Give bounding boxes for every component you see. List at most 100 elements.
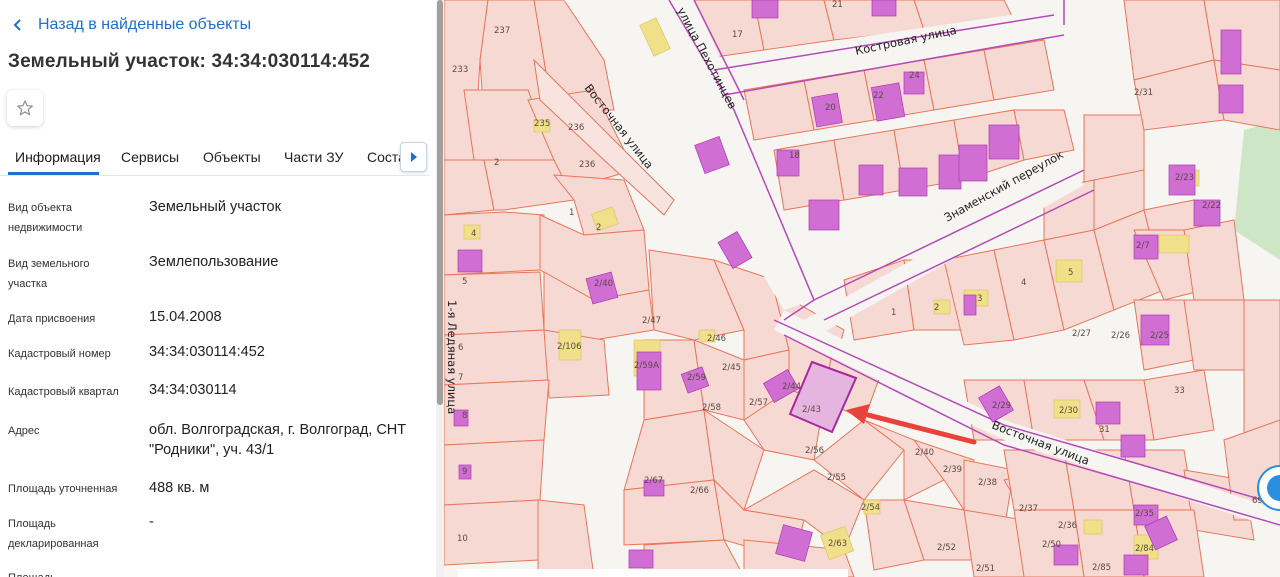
parcel-label: 2/22 <box>1202 201 1221 211</box>
parcel-label: 2/40 <box>915 448 934 458</box>
parcel-label: 22 <box>873 91 884 101</box>
favorite-button[interactable] <box>7 90 43 126</box>
parcel-label: 2/51 <box>976 564 995 574</box>
parcel-label: 2/50 <box>1042 540 1061 550</box>
parcel-label: 2/23 <box>1175 173 1194 183</box>
active-tab-indicator <box>8 172 99 175</box>
parcel-label: 2 <box>494 158 499 168</box>
property-label-assignment-date: Дата присвоения <box>8 313 96 325</box>
street-label-vertical-left: 1-я Ледяная улица <box>445 300 459 414</box>
map-scale-bar <box>458 569 848 577</box>
page-title: Земельный участок: 34:34:030114:452 <box>8 51 371 72</box>
parcel-label: 8 <box>462 411 467 421</box>
parcel-label: 24 <box>909 71 920 81</box>
property-label-address: Адрес <box>8 425 40 437</box>
parcel-label: 2/25 <box>1150 331 1169 341</box>
parcel-label: 2/40 <box>594 279 613 289</box>
chevron-left-icon <box>13 19 21 31</box>
parcel-label: 2/52 <box>937 543 956 553</box>
property-value-address: обл. Волгоградская, г. Волгоград, СНТ "Р… <box>149 422 407 458</box>
property-label-land-type: Вид земельного участка <box>8 258 90 290</box>
parcel-label: 2/36 <box>1058 521 1077 531</box>
back-link-label: Назад в найденные объекты <box>38 16 252 33</box>
property-label-area-declared: Площадь декларированная <box>8 518 99 550</box>
property-label-area: Площадь <box>8 568 128 577</box>
property-label-cadastral-quarter: Кадастровый квартал <box>8 386 119 398</box>
parcel-label: 2/57 <box>749 398 768 408</box>
parcel-label: 33 <box>1174 386 1185 396</box>
parcel-label: 2/84 <box>1135 544 1154 554</box>
property-label-object-type: Вид объекта недвижимости <box>8 202 83 234</box>
parcel-label: 2/43 <box>802 405 821 415</box>
map-canvas[interactable]: улица Пехотинцев Костровая улица Восточн… <box>444 0 1280 577</box>
tab-information[interactable]: Информация <box>15 149 101 165</box>
panel-scrollbar[interactable] <box>436 0 444 577</box>
parcel-label: 2/66 <box>690 486 709 496</box>
parcel-label: 2/38 <box>978 478 997 488</box>
parcel-label: 18 <box>789 151 800 161</box>
parcel-label: 235 <box>534 119 550 129</box>
tab-bar: Информация Сервисы Объекты Части ЗУ Сост… <box>0 140 430 176</box>
tab-objects[interactable]: Объекты <box>203 149 261 165</box>
parcel-label: 2 <box>596 223 601 233</box>
parcel-label: 2/31 <box>1134 88 1153 98</box>
parcel-label: 2/63 <box>828 539 847 549</box>
property-value-cadastral-quarter: 34:34:030114 <box>149 382 237 398</box>
parcel-label: 236 <box>579 160 595 170</box>
parcel-label: 2/54 <box>861 503 880 513</box>
parcel-label: 9 <box>462 467 467 477</box>
parcel-label: 2/35 <box>1135 509 1154 519</box>
parcel-label: 7 <box>458 373 463 383</box>
parcel-label: 2/44 <box>782 382 801 392</box>
parcel-label: 2/37 <box>1019 504 1038 514</box>
property-value-cadastral-number: 34:34:030114:452 <box>149 344 265 360</box>
property-value-land-type: Землепользование <box>149 254 279 270</box>
parcel-label: 233 <box>452 65 468 75</box>
tabs-scroll-right-button[interactable] <box>400 142 427 172</box>
parcel-label: 2/55 <box>827 473 846 483</box>
tab-parts[interactable]: Части ЗУ <box>284 149 343 165</box>
parcel-label: 2/56 <box>805 446 824 456</box>
parcel-label: 10 <box>457 534 468 544</box>
parcel-label: 20 <box>825 103 836 113</box>
parcel-label: 6 <box>458 343 463 353</box>
parcel-label: 5 <box>1068 268 1073 278</box>
cadastral-map[interactable]: улица Пехотинцев Костровая улица Восточн… <box>444 0 1280 577</box>
parcel-label: 2/59 <box>687 373 706 383</box>
parcel-label: 2/39 <box>943 465 962 475</box>
parcel-label: 2/106 <box>557 342 582 352</box>
parcel-label: 237 <box>494 26 510 36</box>
property-label-area-specified: Площадь уточненная <box>8 483 118 495</box>
caret-right-icon <box>410 152 417 162</box>
parcel-label: 2/59А <box>634 361 659 371</box>
parcel-label: 4 <box>471 229 476 239</box>
star-icon <box>17 100 33 116</box>
parcel-label: 1 <box>891 308 896 318</box>
scrollbar-thumb[interactable] <box>437 0 443 405</box>
object-info-panel: Назад в найденные объекты Земельный учас… <box>0 0 436 577</box>
parcel-label: 17 <box>732 30 743 40</box>
property-value-area-declared: - <box>149 514 154 530</box>
parcel-label: 236 <box>568 123 584 133</box>
parcel-label: 2/67 <box>644 476 663 486</box>
parcel-label: 21 <box>832 0 843 10</box>
back-to-results-link[interactable]: Назад в найденные объекты <box>12 14 251 36</box>
parcel-label: 2/85 <box>1092 563 1111 573</box>
property-value-object-type: Земельный участок <box>149 199 281 215</box>
property-value-area-specified: 488 кв. м <box>149 480 210 496</box>
parcel-label: 2/47 <box>642 316 661 326</box>
parcel-label: 1 <box>569 208 574 218</box>
parcel-label: 4 <box>1021 278 1026 288</box>
tab-services[interactable]: Сервисы <box>121 149 179 165</box>
parcel-label: 2/45 <box>722 363 741 373</box>
parcel-label: 2/27 <box>1072 329 1091 339</box>
parcel-label: 2/46 <box>707 334 726 344</box>
property-label-cadastral-number: Кадастровый номер <box>8 348 111 360</box>
parcel-label: 3 <box>977 294 982 304</box>
parcel-label: 5 <box>462 277 467 287</box>
parcel-label: 2/58 <box>702 403 721 413</box>
parcel-label: 2/30 <box>1059 406 1078 416</box>
parcel-label: 2/26 <box>1111 331 1130 341</box>
parcel-label: 2 <box>934 303 939 313</box>
parcel-label: 31 <box>1099 425 1110 435</box>
